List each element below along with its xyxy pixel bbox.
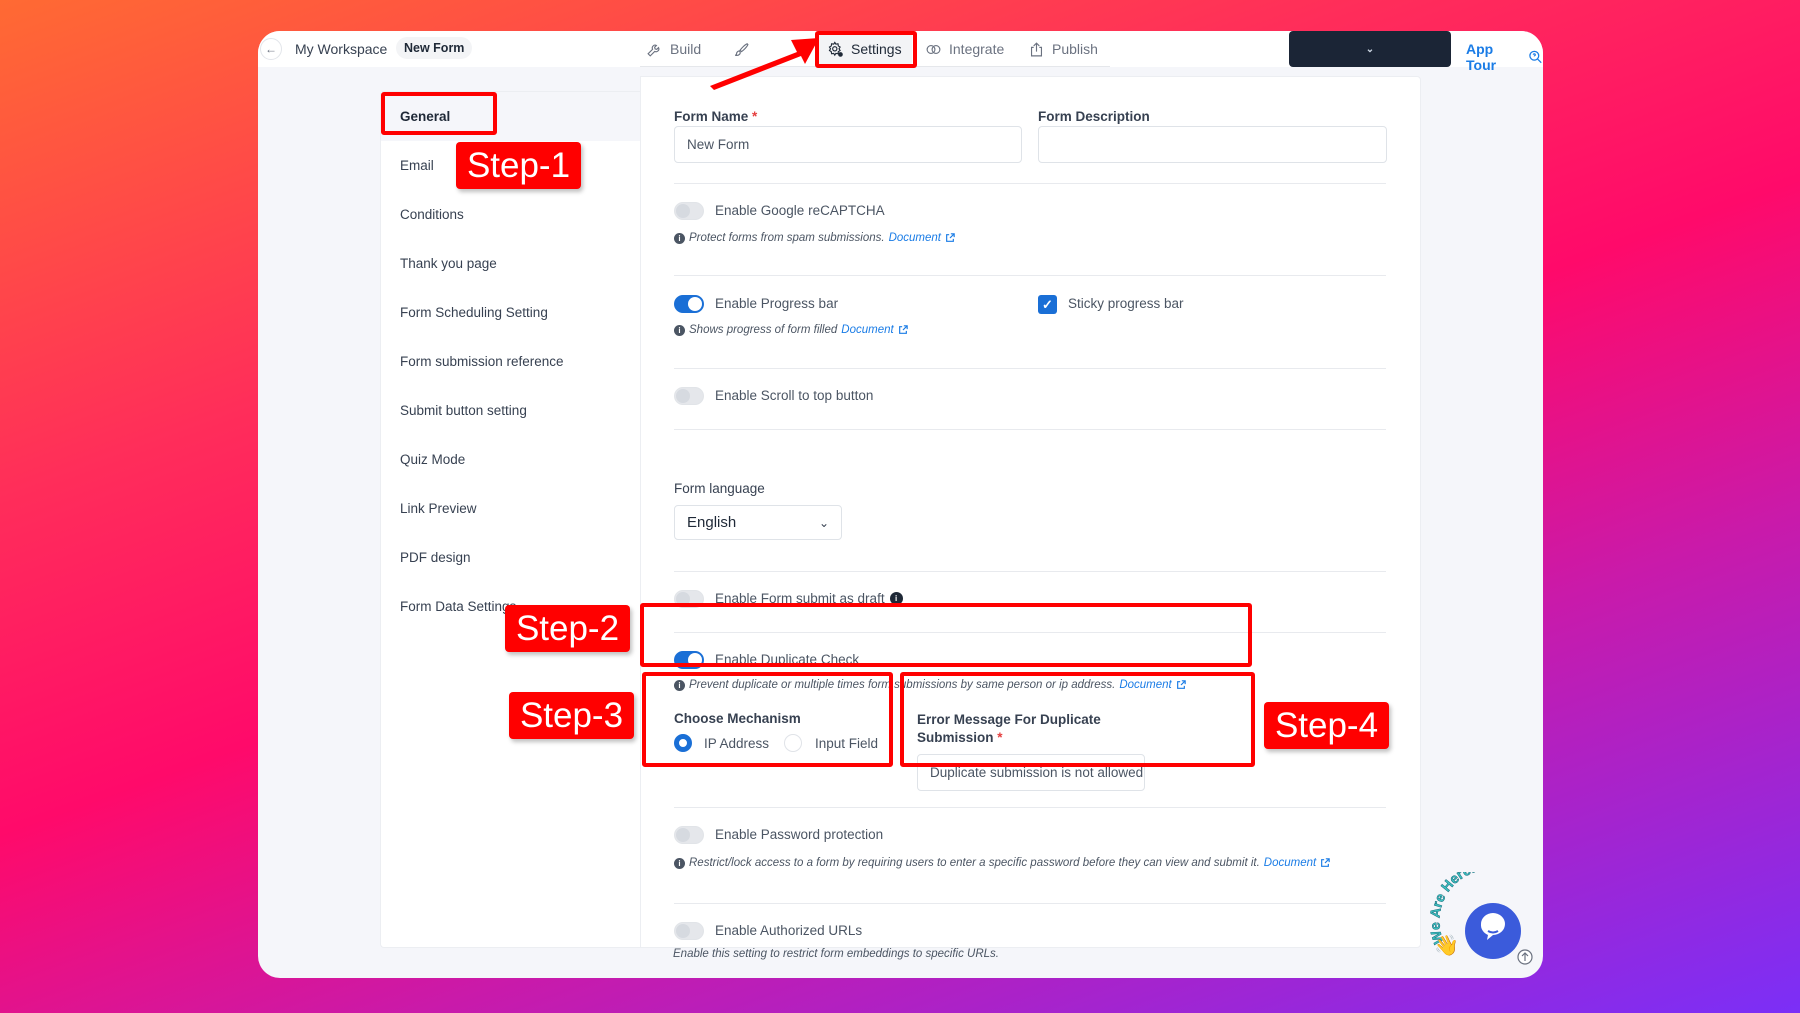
divider bbox=[674, 807, 1386, 808]
duplicate-check-toggle[interactable] bbox=[674, 651, 704, 669]
sidebar-item-thank-you-page[interactable]: Thank you page bbox=[381, 239, 640, 288]
tab-integrate[interactable]: Integrate bbox=[925, 31, 1004, 67]
sticky-progress-checkbox[interactable]: ✓ bbox=[1038, 295, 1057, 314]
tab-build[interactable]: Build bbox=[646, 31, 701, 67]
breadcrumb-form-name[interactable]: New Form bbox=[396, 37, 473, 59]
sidebar-item-pdf-design[interactable]: PDF design bbox=[381, 533, 640, 582]
divider bbox=[674, 903, 1386, 904]
external-link-icon bbox=[946, 233, 955, 242]
tab-publish[interactable]: Publish bbox=[1028, 31, 1098, 67]
arrow-pointer-icon bbox=[710, 38, 819, 90]
radio-ip-address[interactable] bbox=[674, 734, 692, 752]
password-help: i Restrict/lock access to a form by requ… bbox=[674, 857, 1330, 869]
progress-document-link[interactable]: Document bbox=[841, 324, 893, 336]
authorized-urls-toggle[interactable] bbox=[674, 922, 704, 940]
chevron-down-icon: ⌄ bbox=[1365, 43, 1375, 55]
step4-label: Step-4 bbox=[1264, 702, 1389, 749]
share-icon bbox=[1030, 41, 1043, 56]
duplicate-check-help: i Prevent duplicate or multiple times fo… bbox=[674, 679, 1186, 691]
scroll-top-label: Enable Scroll to top button bbox=[715, 388, 874, 403]
password-label: Enable Password protection bbox=[715, 827, 884, 842]
recaptcha-toggle[interactable] bbox=[674, 202, 704, 220]
form-description-label: Form Description bbox=[1038, 109, 1150, 124]
mechanism-label: Choose Mechanism bbox=[674, 711, 801, 726]
sidebar-item-link-preview[interactable]: Link Preview bbox=[381, 484, 640, 533]
sidebar-item-conditions[interactable]: Conditions bbox=[381, 190, 640, 239]
radio-input-field-label: Input Field bbox=[815, 736, 879, 751]
sticky-progress-label: Sticky progress bar bbox=[1068, 296, 1184, 311]
divider bbox=[674, 632, 1386, 633]
progress-bar-help: i Shows progress of form filled Document bbox=[674, 324, 908, 336]
form-language-label: Form language bbox=[674, 481, 765, 496]
chat-widget[interactable]: We Are Here! 👋 bbox=[1426, 859, 1546, 972]
error-message-input[interactable]: Duplicate submission is not allowed bbox=[917, 754, 1145, 791]
check-icon: ✓ bbox=[1042, 296, 1053, 312]
general-settings-panel: Form Name * New Form Form Description En… bbox=[640, 76, 1421, 948]
publish-dropdown-toggle[interactable]: ⌄ bbox=[1289, 44, 1451, 55]
sidebar-item-form-scheduling[interactable]: Form Scheduling Setting bbox=[381, 288, 640, 337]
chevron-down-icon: ⌄ bbox=[818, 515, 829, 530]
app-tour-link[interactable]: App Tour bbox=[1466, 41, 1543, 73]
settings-sidebar: General Email Conditions Thank you page … bbox=[380, 91, 640, 948]
link-icon bbox=[926, 44, 941, 54]
gear-icon bbox=[828, 40, 843, 57]
recaptcha-label: Enable Google reCAPTCHA bbox=[715, 203, 885, 218]
step2-label: Step-2 bbox=[505, 605, 630, 652]
radio-input-field[interactable] bbox=[784, 734, 802, 752]
tab-settings[interactable]: Settings bbox=[817, 33, 912, 65]
external-link-icon bbox=[1176, 680, 1186, 689]
radio-ip-address-label: IP Address bbox=[704, 736, 770, 751]
progress-bar-toggle[interactable] bbox=[674, 295, 704, 313]
sidebar-item-submit-button[interactable]: Submit button setting bbox=[381, 386, 640, 435]
scroll-top-toggle[interactable] bbox=[674, 387, 704, 405]
progress-bar-label: Enable Progress bar bbox=[715, 296, 839, 311]
info-icon: i bbox=[674, 679, 685, 691]
divider bbox=[674, 183, 1386, 184]
info-icon: i bbox=[674, 324, 685, 336]
submit-draft-label: Enable Form submit as draft i bbox=[715, 591, 903, 606]
publish-form-button[interactable]: ☝ Publish Form ⌄ bbox=[1289, 31, 1451, 67]
error-message-label: Error Message For Duplicate Submission * bbox=[917, 712, 1101, 745]
password-document-link[interactable]: Document bbox=[1264, 857, 1316, 869]
form-language-select[interactable]: English ⌄ bbox=[674, 505, 842, 540]
breadcrumb-workspace[interactable]: My Workspace bbox=[295, 41, 387, 57]
info-icon: i bbox=[674, 232, 685, 244]
password-toggle[interactable] bbox=[674, 826, 704, 844]
top-bar: ← My Workspace New Form Build Design Set… bbox=[258, 31, 1543, 73]
external-link-icon bbox=[898, 325, 908, 334]
info-icon: i bbox=[674, 857, 685, 869]
svg-text:👋: 👋 bbox=[1434, 934, 1459, 957]
divider bbox=[674, 368, 1386, 369]
form-name-input[interactable]: New Form bbox=[674, 126, 1022, 163]
step3-label: Step-3 bbox=[509, 692, 634, 739]
chat-bubble-icon: We Are Here! 👋 bbox=[1426, 859, 1533, 965]
app-window: ← My Workspace New Form Build Design Set… bbox=[258, 31, 1543, 978]
sidebar-item-submission-reference[interactable]: Form submission reference bbox=[381, 337, 640, 386]
sidebar-item-general[interactable]: General bbox=[381, 92, 640, 141]
form-description-input[interactable] bbox=[1038, 126, 1387, 163]
form-name-label: Form Name * bbox=[674, 109, 758, 124]
wrench-icon bbox=[647, 44, 660, 57]
search-help-icon bbox=[1529, 50, 1542, 64]
back-button[interactable]: ← bbox=[260, 38, 282, 60]
arrow-left-icon: ← bbox=[265, 42, 277, 56]
external-link-icon bbox=[1321, 858, 1330, 867]
recaptcha-document-link[interactable]: Document bbox=[889, 232, 941, 244]
divider bbox=[674, 429, 1386, 430]
divider bbox=[674, 571, 1386, 572]
sidebar-item-quiz-mode[interactable]: Quiz Mode bbox=[381, 435, 640, 484]
recaptcha-help: i Protect forms from spam submissions. D… bbox=[674, 232, 955, 244]
duplicate-document-link[interactable]: Document bbox=[1119, 679, 1171, 691]
info-icon[interactable]: i bbox=[889, 592, 903, 605]
submit-draft-toggle[interactable] bbox=[674, 590, 704, 608]
authorized-urls-help: Enable this setting to restrict form emb… bbox=[673, 948, 999, 960]
authorized-urls-label: Enable Authorized URLs bbox=[715, 923, 863, 938]
duplicate-check-label: Enable Duplicate Check bbox=[715, 652, 860, 667]
divider bbox=[674, 275, 1386, 276]
step1-label: Step-1 bbox=[456, 142, 581, 189]
